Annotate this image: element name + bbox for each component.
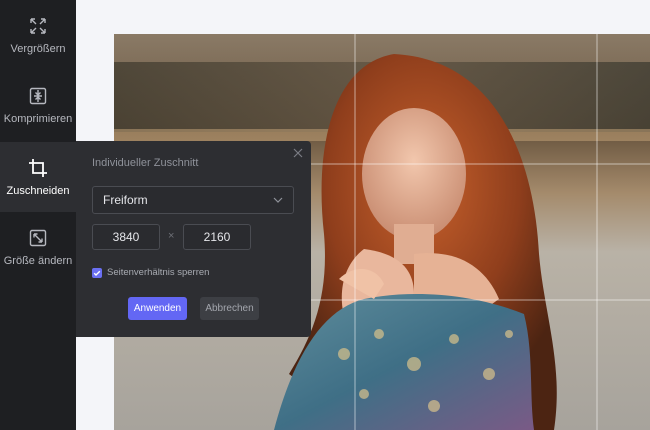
apply-button[interactable]: Anwenden [128, 297, 187, 320]
cancel-button[interactable]: Abbrechen [200, 297, 259, 320]
height-value: 2160 [203, 230, 231, 244]
checkmark-icon [93, 270, 101, 276]
tool-enlarge[interactable]: Vergrößern [0, 0, 76, 70]
crop-panel-title: Individueller Zuschnitt [92, 157, 199, 169]
times-sign: × [168, 230, 175, 242]
tool-compress-label: Komprimieren [3, 112, 73, 125]
close-icon[interactable] [291, 146, 305, 160]
aspect-ratio-select[interactable]: Freiform [92, 186, 294, 214]
tool-resize[interactable]: Größe ändern [0, 212, 76, 282]
tool-enlarge-label: Vergrößern [10, 42, 66, 55]
width-input[interactable]: 3840 [92, 224, 160, 250]
tool-compress[interactable]: Komprimieren [0, 70, 76, 140]
resize-icon [29, 229, 47, 246]
sidebar: Vergrößern Komprimieren Zuschneiden Größ… [0, 0, 76, 430]
expand-arrows-icon [30, 17, 46, 34]
width-value: 3840 [112, 230, 140, 244]
tool-resize-label: Größe ändern [3, 254, 73, 267]
tool-crop[interactable]: Zuschneiden [0, 142, 76, 212]
crop-panel: Individueller Zuschnitt Freiform 3840 × … [76, 141, 311, 337]
lock-ratio-label: Seitenverhältnis sperren [107, 267, 210, 278]
height-input[interactable]: 2160 [183, 224, 251, 250]
crop-icon [29, 158, 47, 177]
lock-ratio-checkbox[interactable] [92, 267, 102, 278]
tool-crop-label: Zuschneiden [6, 184, 70, 197]
aspect-ratio-value: Freiform [103, 193, 148, 207]
lock-ratio-row[interactable]: Seitenverhältnis sperren [92, 267, 209, 278]
chevron-down-icon [273, 197, 283, 203]
compress-icon [29, 87, 47, 104]
